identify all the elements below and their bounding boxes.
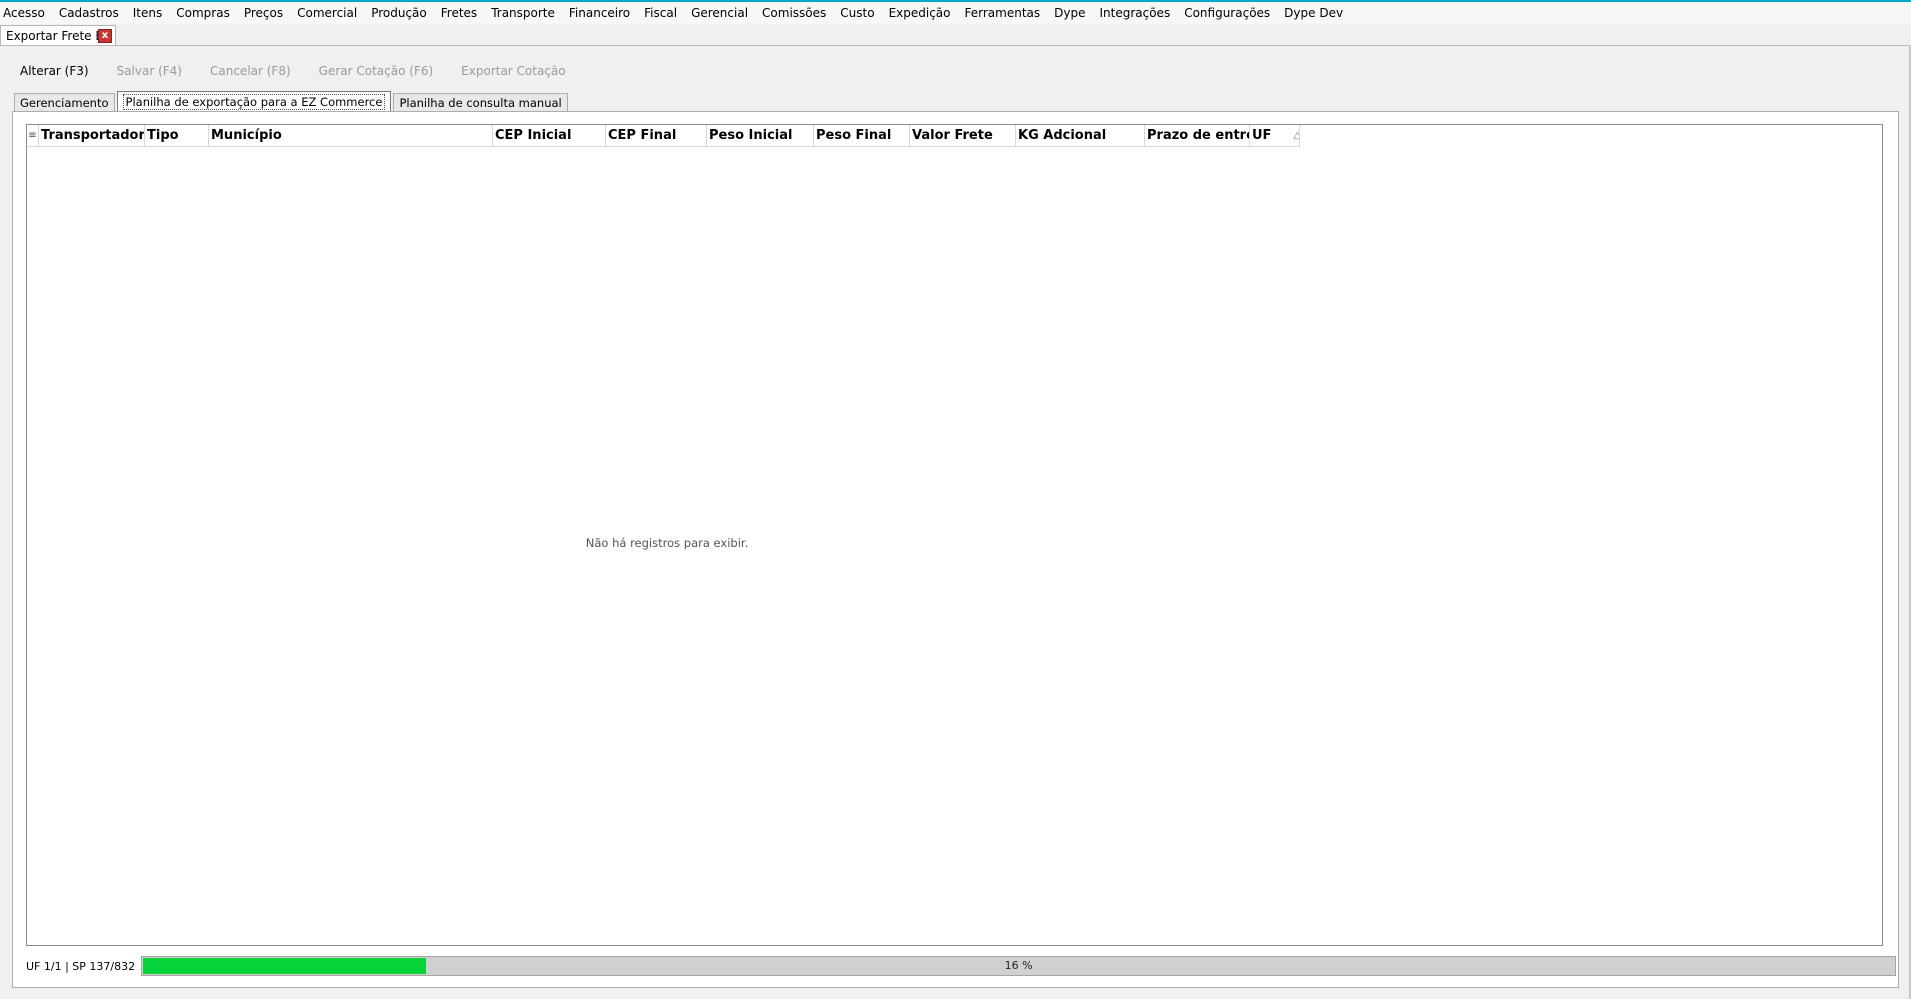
progress-percent-label: 16 % [1004,959,1033,972]
document-tab-strip: Exportar Frete EZ x [0,24,1911,46]
column-chooser-icon[interactable]: ≡ [27,125,39,147]
data-grid[interactable]: ≡ Transportadora Tipo Município CEP Inic… [26,124,1883,946]
menu-ferramentas[interactable]: Ferramentas [958,3,1048,23]
menu-dype-dev[interactable]: Dype Dev [1277,3,1350,23]
column-header-cep-inicial[interactable]: CEP Inicial [493,125,606,147]
tab-gerenciamento-label: Gerenciamento [20,96,109,110]
menu-compras[interactable]: Compras [169,3,237,23]
grid-header: ≡ Transportadora Tipo Município CEP Inic… [27,125,1300,147]
sort-ascending-icon: △ [1293,125,1299,146]
salvar-button[interactable]: Salvar (F4) [111,64,188,78]
menu-dype[interactable]: Dype [1047,3,1092,23]
column-header-peso-inicial[interactable]: Peso Inicial [707,125,814,147]
menu-configuracoes[interactable]: Configurações [1177,3,1277,23]
status-row: UF 1/1 | SP 137/832 16 % [26,955,1897,977]
cancelar-button[interactable]: Cancelar (F8) [204,64,297,78]
menu-producao[interactable]: Produção [364,3,434,23]
column-header-valor-frete[interactable]: Valor Frete [910,125,1016,147]
menu-acesso[interactable]: Acesso [1,3,52,23]
form-content: Alterar (F3) Salvar (F4) Cancelar (F8) G… [0,45,1911,999]
subtab-strip: Gerenciamento Planilha de exportação par… [14,91,570,112]
menu-itens[interactable]: Itens [126,3,169,23]
tab-planilha-consulta[interactable]: Planilha de consulta manual [393,93,568,112]
column-header-municipio[interactable]: Município [209,125,493,147]
menu-fretes[interactable]: Fretes [434,3,484,23]
close-icon[interactable]: x [98,29,112,43]
column-header-tipo[interactable]: Tipo [145,125,209,147]
gerar-cotacao-button[interactable]: Gerar Cotação (F6) [313,64,440,78]
column-header-cep-final[interactable]: CEP Final [606,125,707,147]
progress-status-text: UF 1/1 | SP 137/832 [26,959,136,973]
column-header-transportadora[interactable]: Transportadora [39,125,145,147]
tab-gerenciamento[interactable]: Gerenciamento [14,93,115,112]
menu-integracoes[interactable]: Integrações [1092,3,1177,23]
alterar-button[interactable]: Alterar (F3) [14,64,95,78]
toolbar: Alterar (F3) Salvar (F4) Cancelar (F8) G… [14,61,588,81]
tab-planilha-consulta-label: Planilha de consulta manual [399,96,562,110]
menu-fiscal[interactable]: Fiscal [637,3,684,23]
progress-bar: 16 % [141,956,1897,976]
column-header-uf[interactable]: UF △ [1250,125,1300,147]
column-header-prazo-entrega[interactable]: Prazo de entrega [1145,125,1250,147]
column-header-kg-adicional[interactable]: KG Adcional [1016,125,1145,147]
menu-cadastros[interactable]: Cadastros [52,3,126,23]
exportar-cotacao-button[interactable]: Exportar Cotação [455,64,571,78]
menu-gerencial[interactable]: Gerencial [684,3,755,23]
menu-precos[interactable]: Preços [237,3,290,23]
empty-grid-message: Não há registros para exibir. [585,536,749,550]
menu-expedicao[interactable]: Expedição [882,3,958,23]
document-tab-title: Exportar Frete EZ [6,29,112,43]
tab-planilha-exportacao[interactable]: Planilha de exportação para a EZ Commerc… [116,91,392,112]
tab-planilha-exportacao-label: Planilha de exportação para a EZ Commerc… [122,94,386,110]
menu-financeiro[interactable]: Financeiro [562,3,637,23]
menu-bar: Acesso Cadastros Itens Compras Preços Co… [0,0,1911,24]
menu-custo[interactable]: Custo [833,3,881,23]
menu-comercial[interactable]: Comercial [290,3,364,23]
column-header-uf-label: UF [1252,128,1272,143]
menu-comissoes[interactable]: Comissões [755,3,833,23]
tab-panel: ≡ Transportadora Tipo Município CEP Inic… [12,111,1899,988]
document-tab-exportar-frete[interactable]: Exportar Frete EZ x [0,25,116,46]
column-header-peso-final[interactable]: Peso Final [814,125,910,147]
menu-transporte[interactable]: Transporte [484,3,562,23]
